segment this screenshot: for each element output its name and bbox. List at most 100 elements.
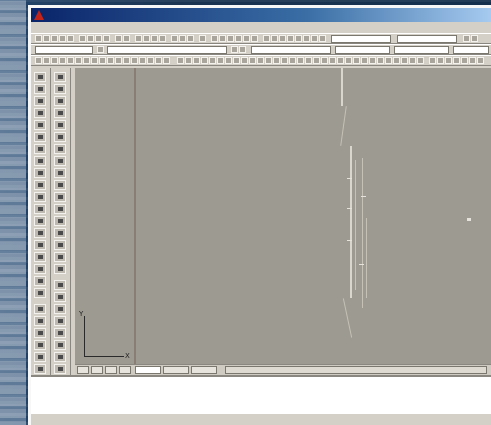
erase-icon[interactable] — [54, 72, 66, 82]
tool-palettes-icon[interactable] — [187, 35, 194, 42]
layer-manager-icon[interactable] — [97, 46, 104, 53]
tool-button-icon[interactable] — [54, 292, 66, 302]
toolbar-button-icon[interactable] — [91, 57, 98, 64]
save-icon[interactable] — [51, 35, 58, 42]
tool-button-icon[interactable] — [54, 340, 66, 350]
toolbar-button-icon[interactable] — [155, 57, 162, 64]
tab-layout[interactable] — [191, 366, 217, 374]
color-select[interactable] — [251, 46, 331, 54]
revision-cloud-icon[interactable] — [34, 156, 46, 166]
make-object-layer-current-icon[interactable] — [231, 46, 238, 53]
toolbar-button-icon[interactable] — [329, 57, 336, 64]
array-icon[interactable] — [54, 120, 66, 130]
offset-icon[interactable] — [54, 108, 66, 118]
dimension-angular-icon[interactable] — [225, 57, 232, 64]
stretch-icon[interactable] — [54, 168, 66, 178]
dimension-continue-icon[interactable] — [249, 57, 256, 64]
toolbar-button-icon[interactable] — [353, 57, 360, 64]
layer-select[interactable] — [107, 46, 227, 54]
gradient-icon[interactable] — [34, 252, 46, 262]
lineweight-select[interactable] — [394, 46, 449, 54]
toolbar-button-icon[interactable] — [297, 57, 304, 64]
open-file-icon[interactable] — [43, 35, 50, 42]
toolbar-button-icon[interactable] — [385, 57, 392, 64]
dimension-arc-icon[interactable] — [193, 57, 200, 64]
app-logo-icon[interactable] — [34, 10, 44, 20]
toolbar-button-icon[interactable] — [75, 57, 82, 64]
make-block-icon[interactable] — [34, 216, 46, 226]
table-icon[interactable] — [34, 276, 46, 286]
toolbar-button-icon[interactable] — [463, 35, 470, 42]
join-icon[interactable] — [54, 228, 66, 238]
undo-icon[interactable] — [115, 35, 122, 42]
toolbar-button-icon[interactable] — [477, 57, 484, 64]
dimension-ordinate-icon[interactable] — [201, 57, 208, 64]
toolbar-button-icon[interactable] — [429, 57, 436, 64]
construction-line-icon[interactable] — [34, 84, 46, 94]
properties-icon[interactable] — [171, 35, 178, 42]
toolbar-button-icon[interactable] — [59, 57, 66, 64]
tool-button-icon[interactable] — [34, 316, 46, 326]
tool-button-icon[interactable] — [54, 304, 66, 314]
print-icon[interactable] — [59, 35, 66, 42]
layer-previous-icon[interactable] — [239, 46, 246, 53]
circle-icon[interactable] — [34, 144, 46, 154]
extend-icon[interactable] — [54, 192, 66, 202]
toolbar-button-icon[interactable] — [401, 57, 408, 64]
toolbar-button-icon[interactable] — [243, 35, 250, 42]
rectangle-icon[interactable] — [34, 120, 46, 130]
line-icon[interactable] — [34, 72, 46, 82]
toolbar-button-icon[interactable] — [123, 57, 130, 64]
tool-button-icon[interactable] — [34, 328, 46, 338]
zoom-realtime-icon[interactable] — [143, 35, 150, 42]
toolbar-button-icon[interactable] — [281, 57, 288, 64]
toolbar-button-icon[interactable] — [131, 57, 138, 64]
toolbar-button-icon[interactable] — [139, 57, 146, 64]
tool-button-icon[interactable] — [34, 352, 46, 362]
dimension-linear-icon[interactable] — [177, 57, 184, 64]
toolbar-button-icon[interactable] — [321, 57, 328, 64]
break-icon[interactable] — [54, 216, 66, 226]
plot-style-select[interactable] — [453, 46, 489, 54]
match-properties-icon[interactable] — [103, 35, 110, 42]
toolbar-button-icon[interactable] — [337, 57, 344, 64]
toolbar-button-icon[interactable] — [437, 57, 444, 64]
toolbar-button-icon[interactable] — [227, 35, 234, 42]
point-icon[interactable] — [34, 228, 46, 238]
toolbar-button-icon[interactable] — [287, 35, 294, 42]
quick-dimension-icon[interactable] — [233, 57, 240, 64]
copy-object-icon[interactable] — [54, 84, 66, 94]
cut-icon[interactable] — [79, 35, 86, 42]
toolbar-button-icon[interactable] — [361, 57, 368, 64]
toolbar-button-icon[interactable] — [417, 57, 424, 64]
toolbar-button-icon[interactable] — [115, 57, 122, 64]
toolbar-button-icon[interactable] — [303, 35, 310, 42]
ellipse-arc-icon[interactable] — [34, 192, 46, 202]
tab-scroll-first[interactable] — [77, 366, 89, 374]
dimension-style-select[interactable] — [397, 35, 457, 43]
toolbar-button-icon[interactable] — [345, 57, 352, 64]
toolbar-button-icon[interactable] — [43, 57, 50, 64]
help-icon[interactable] — [199, 35, 206, 42]
toolbar-button-icon[interactable] — [107, 57, 114, 64]
toolbar-button-icon[interactable] — [377, 57, 384, 64]
toolbar-button-icon[interactable] — [147, 57, 154, 64]
arc-icon[interactable] — [34, 132, 46, 142]
trim-icon[interactable] — [54, 180, 66, 190]
preview-icon[interactable] — [67, 35, 74, 42]
fillet-icon[interactable] — [54, 252, 66, 262]
toolbar-button-icon[interactable] — [257, 57, 264, 64]
hatch-icon[interactable] — [34, 240, 46, 250]
toolbar-button-icon[interactable] — [453, 57, 460, 64]
toolbar-button-icon[interactable] — [369, 57, 376, 64]
toolbar-button-icon[interactable] — [99, 57, 106, 64]
toolbar-button-icon[interactable] — [471, 35, 478, 42]
scale-icon[interactable] — [54, 156, 66, 166]
toolbar-button-icon[interactable] — [305, 57, 312, 64]
polyline-icon[interactable] — [34, 96, 46, 106]
toolbar-button-icon[interactable] — [289, 57, 296, 64]
toolbar-button-icon[interactable] — [273, 57, 280, 64]
command-window[interactable] — [31, 375, 491, 413]
tab-scroll-last[interactable] — [119, 366, 131, 374]
zoom-previous-icon[interactable] — [159, 35, 166, 42]
